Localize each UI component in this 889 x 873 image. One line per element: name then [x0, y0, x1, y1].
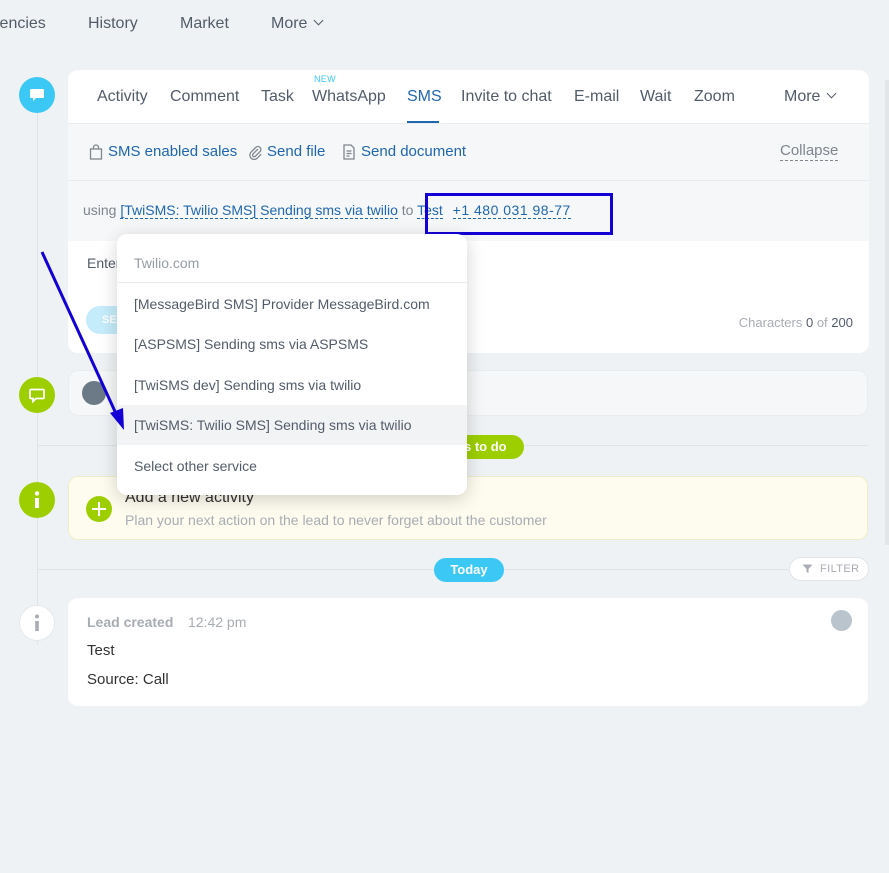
- annotation-arrow: [40, 251, 124, 430]
